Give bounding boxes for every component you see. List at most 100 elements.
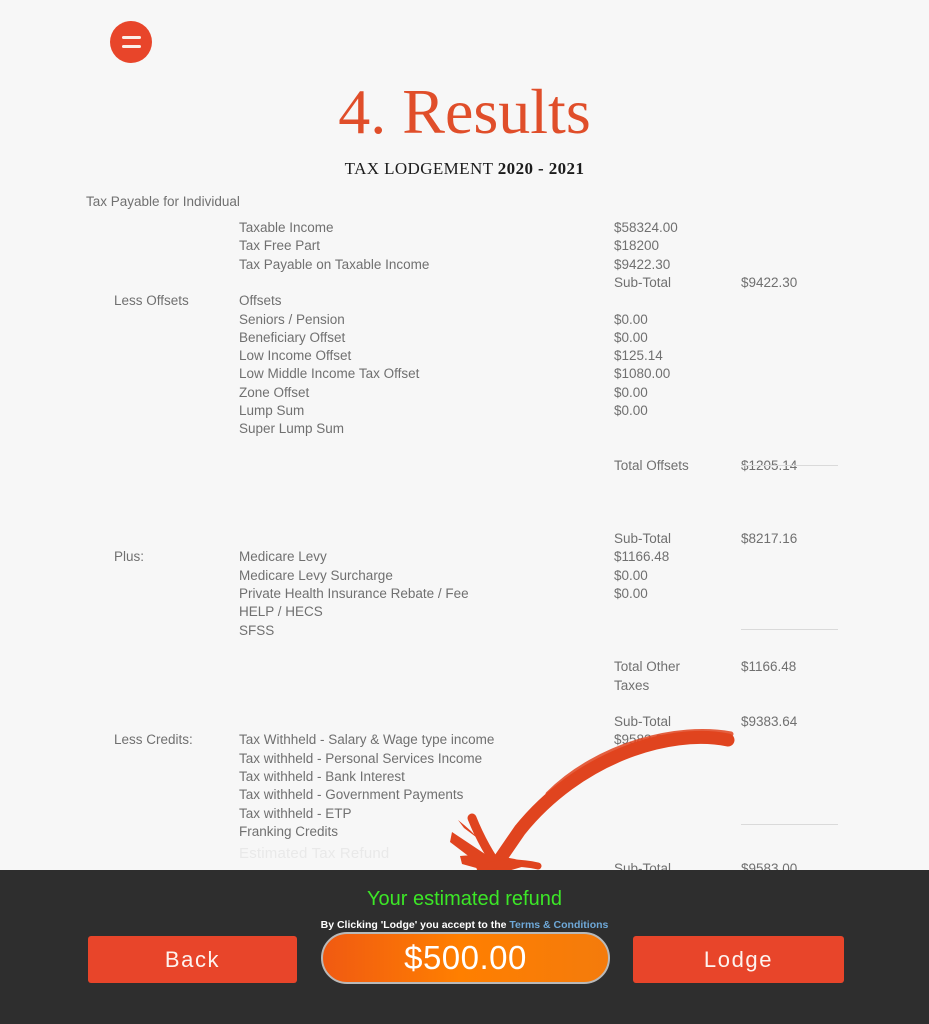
divider-other-taxes [741, 629, 838, 630]
result-row: Beneficiary Offset $0.00 [0, 330, 929, 348]
result-row-value-1: $0.00 [614, 567, 648, 583]
result-row: Sub-Total $9422.30 [0, 275, 929, 293]
result-row: Less Credits: Tax Withheld - Salary & Wag… [0, 732, 929, 750]
result-row-group: Plus: [114, 549, 145, 565]
result-row-group: Less Credits: [114, 732, 193, 748]
result-row [0, 842, 929, 860]
result-row-label: Tax Withheld - Salary & Wage type income [239, 732, 495, 748]
result-row-value-1: Sub-Total [614, 274, 672, 290]
result-row-value-1: $125.14 [614, 348, 663, 364]
result-row-value-2: $9422.30 [741, 274, 798, 290]
result-row: Total Other $1166.48 [0, 659, 929, 677]
result-row-value-1: Sub-Total [614, 531, 672, 547]
result-row-value-2: $9383.64 [741, 714, 798, 730]
subtitle-years: 2020 - 2021 [497, 159, 585, 178]
hamburger-icon-line-1 [121, 36, 141, 39]
result-row-label: HELP / HECS [239, 604, 323, 620]
result-row [0, 476, 929, 494]
result-row-label: Seniors / Pension [239, 311, 345, 327]
result-row-label: Tax Free Part [239, 238, 321, 254]
result-row-label: Offsets [239, 293, 282, 309]
result-row-label: Tax Payable on Taxable Income [239, 256, 430, 272]
refund-caption: Your estimated refund [367, 888, 562, 910]
result-row: Tax withheld - ETP [0, 806, 929, 824]
estimated-tax-refund-label: Estimated Tax Refund [239, 845, 390, 862]
result-row-value-2: $1166.48 [741, 659, 797, 675]
divider-credits [741, 824, 838, 825]
result-row-label: Taxable Income [239, 220, 334, 235]
result-row-label: Medicare Levy Surcharge [239, 567, 393, 583]
result-row: Lump Sum $0.00 [0, 403, 929, 421]
result-row: Tax Payable on Taxable Income $9422.30 [0, 257, 929, 275]
result-row: SFSS [0, 623, 929, 641]
result-row: Seniors / Pension $0.00 [0, 312, 929, 330]
result-row [0, 495, 929, 513]
lodge-button[interactable]: Lodge [633, 936, 844, 983]
result-row: Super Lump Sum [0, 421, 929, 439]
result-row-label: Tax withheld - Government Payments [239, 787, 464, 803]
result-row-value-2: $8217.16 [741, 531, 798, 547]
result-row-value-1: $1166.48 [614, 549, 670, 565]
result-row-label: Tax withheld - Personal Services Income [239, 750, 483, 766]
result-row: Tax Free Part $18200 [0, 238, 929, 256]
result-row-value-1: $58324.00 [614, 220, 678, 235]
result-row [0, 696, 929, 714]
result-row: Tax withheld - Personal Services Income [0, 751, 929, 769]
result-row-value-1: $0.00 [614, 384, 648, 400]
result-row-label: Low Income Offset [239, 348, 352, 364]
result-row: Sub-Total $8217.16 [0, 531, 929, 549]
result-row: Private Health Insurance Rebate / Fee $0.… [0, 586, 929, 604]
result-row-label: Tax withheld - Bank Interest [239, 769, 405, 784]
result-row: Sub-Total $9383.64 [0, 714, 929, 732]
result-row-label: Tax withheld - ETP [239, 805, 352, 821]
result-row-label: Franking Credits [239, 823, 339, 839]
result-row-value-1: $0.00 [614, 329, 648, 345]
hamburger-menu-button[interactable] [110, 21, 152, 63]
terms-line: By Clicking 'Lodge' you accept to the Te… [0, 919, 929, 931]
result-row-label: Beneficiary Offset [239, 329, 346, 345]
result-row: Taxes [0, 678, 929, 696]
back-button[interactable]: Back [88, 936, 297, 983]
result-row: Zone Offset $0.00 [0, 385, 929, 403]
result-row-value-1: $1080.00 [614, 366, 671, 382]
section-title: Tax Payable for Individual [86, 194, 240, 209]
result-row: Medicare Levy Surcharge $0.00 [0, 568, 929, 586]
terms-prefix: By Clicking 'Lodge' you accept to the [320, 919, 510, 931]
result-row-value-1: Taxes [614, 677, 650, 693]
result-row-label: Medicare Levy [239, 549, 327, 565]
result-row-value-1: $18200 [614, 238, 660, 254]
bottom-action-bar: Your estimated refund By Clicking 'Lodge… [0, 870, 929, 1024]
result-row: Less Offsets Offsets [0, 293, 929, 311]
page-subtitle: TAX LODGEMENT 2020 - 2021 [0, 159, 929, 179]
result-row-group: Less Offsets [114, 293, 189, 309]
result-row-label: Lump Sum [239, 403, 305, 418]
subtitle-prefix: TAX LODGEMENT [344, 159, 498, 178]
result-row-value-1: $9583.00 [614, 732, 671, 748]
result-row-label: Private Health Insurance Rebate / Fee [239, 586, 469, 601]
estimated-refund-amount-button[interactable]: $500.00 [321, 932, 610, 984]
page-title: 4. Results [338, 76, 591, 147]
result-row: Plus: Medicare Levy $1166.48 [0, 549, 929, 567]
result-row-value-1: $0.00 [614, 586, 648, 601]
result-row-value-1: $0.00 [614, 403, 648, 418]
result-row-label: Low Middle Income Tax Offset [239, 366, 420, 382]
divider-offsets [741, 465, 838, 466]
result-row-value-1: Sub-Total [614, 714, 672, 730]
result-row-value-1: Total Offsets [614, 457, 689, 473]
result-row [0, 513, 929, 531]
result-row-value-1: $9422.30 [614, 256, 671, 272]
result-row-label: Super Lump Sum [239, 421, 345, 437]
result-row-label: Zone Offset [239, 384, 310, 400]
terms-and-conditions-link[interactable]: Terms & Conditions [509, 919, 608, 931]
result-row: Low Middle Income Tax Offset $1080.00 [0, 366, 929, 384]
result-row-label: SFSS [239, 622, 275, 638]
result-row-value-1: $0.00 [614, 311, 648, 327]
result-row [0, 641, 929, 659]
result-row: Total Offsets $1205.14 [0, 458, 929, 476]
result-row: Tax withheld - Bank Interest [0, 769, 929, 787]
result-row: Tax withheld - Government Payments [0, 787, 929, 805]
result-row: Low Income Offset $125.14 [0, 348, 929, 366]
result-row: HELP / HECS [0, 604, 929, 622]
result-row [0, 440, 929, 458]
result-row: Taxable Income $58324.00 [0, 220, 929, 238]
